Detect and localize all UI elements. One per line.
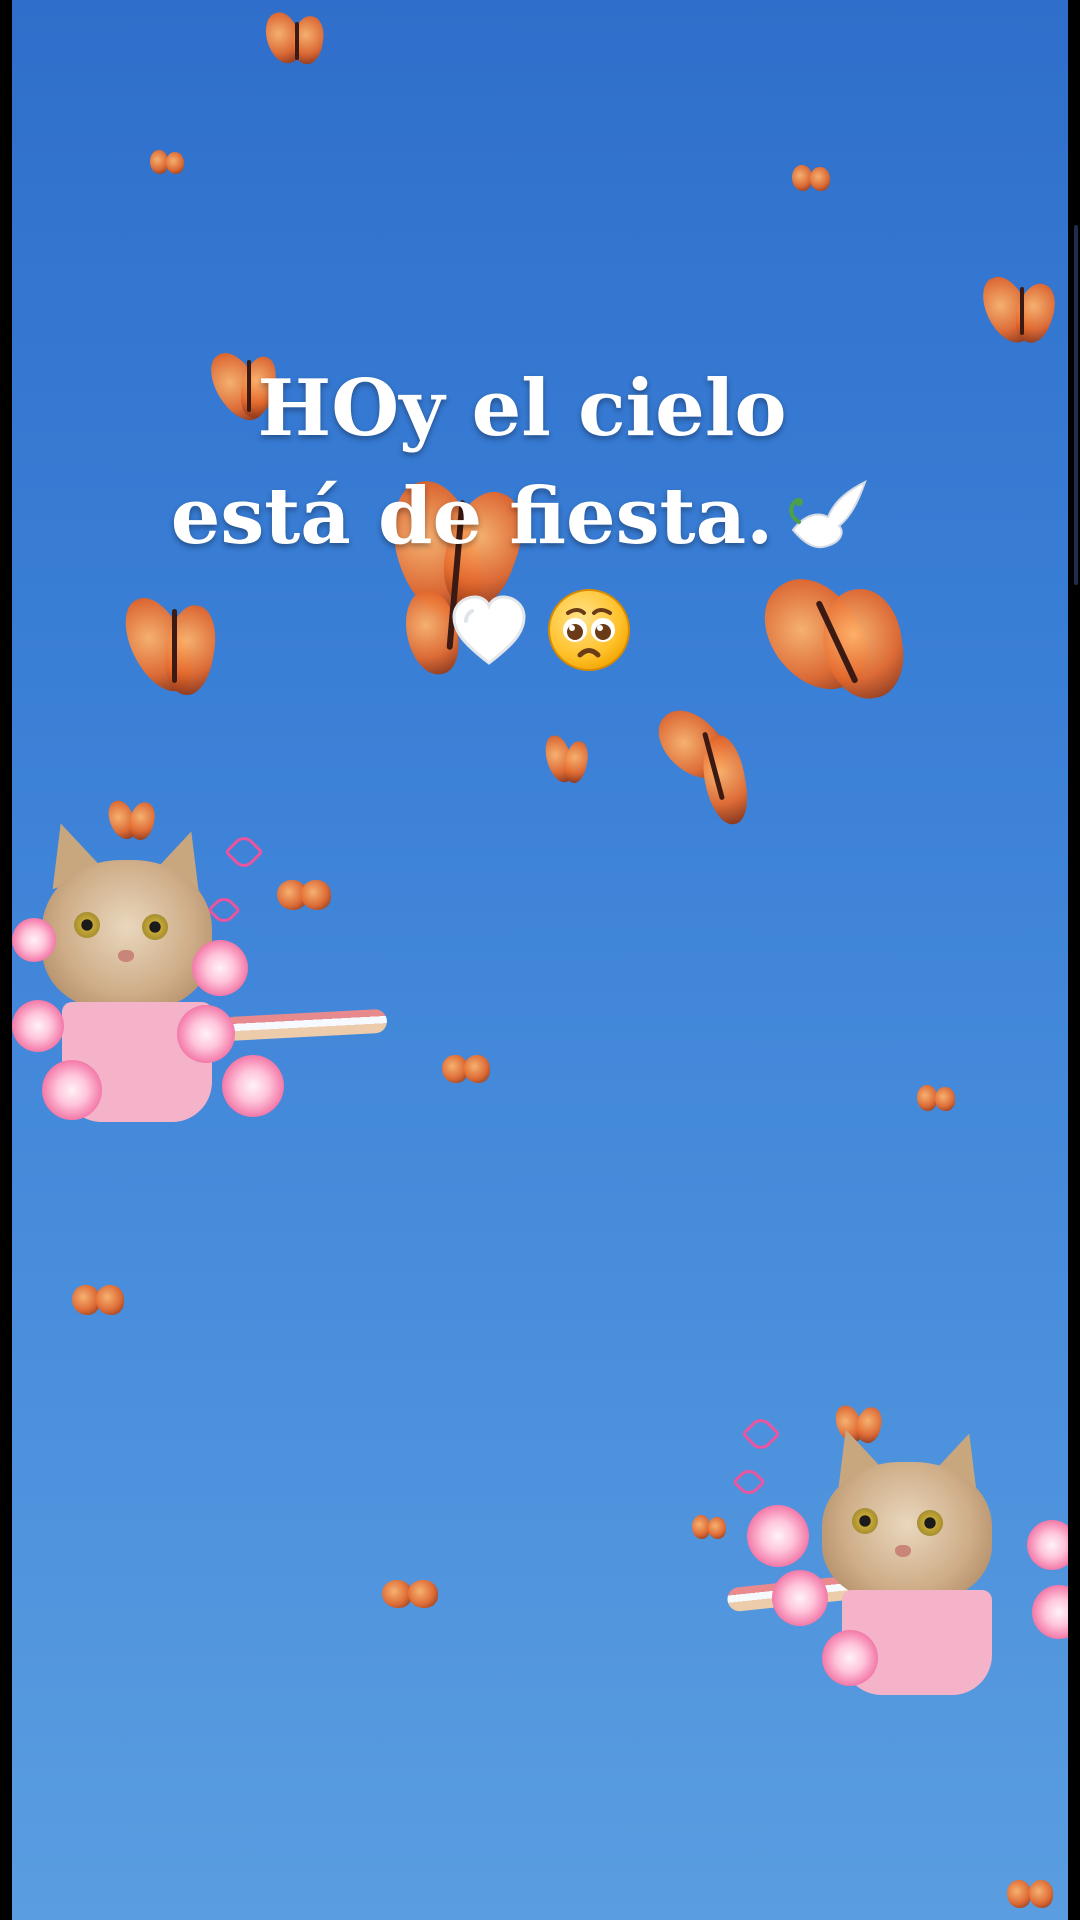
flower-icon — [192, 940, 248, 996]
cat-eye — [74, 912, 100, 938]
butterfly-icon — [692, 1515, 728, 1543]
heart-icon — [207, 893, 241, 927]
emoji-row — [444, 585, 634, 675]
cat-sticker-left — [12, 797, 397, 1135]
butterfly-icon — [917, 1085, 957, 1115]
flower-icon — [772, 1570, 828, 1626]
dove-icon — [783, 472, 873, 562]
butterfly-icon — [1007, 1880, 1055, 1910]
butterfly-icon — [260, 8, 327, 68]
story-message: HOy el cielo está de fiesta. — [162, 355, 882, 571]
butterfly-icon — [103, 797, 159, 844]
flower-icon — [42, 1060, 102, 1120]
flower-icon — [177, 1005, 235, 1063]
butterfly-icon — [792, 165, 832, 195]
cat-eye — [142, 914, 168, 940]
message-line-2-row: está de fiesta. — [171, 463, 874, 571]
butterfly-icon — [72, 1285, 128, 1317]
white-heart-icon — [444, 585, 534, 675]
flower-icon — [747, 1505, 809, 1567]
butterfly-icon — [974, 269, 1062, 351]
flower-icon — [1027, 1520, 1068, 1570]
scroll-indicator — [1074, 225, 1078, 585]
butterfly-icon — [745, 561, 912, 709]
butterfly-icon — [113, 588, 222, 705]
cat-nose — [895, 1545, 911, 1557]
sticker-stripes — [221, 1008, 388, 1042]
butterfly-icon — [442, 1055, 492, 1085]
heart-icon — [732, 1465, 766, 1499]
pleading-face-icon — [544, 585, 634, 675]
flower-icon — [12, 1000, 64, 1052]
heart-icon — [224, 832, 264, 872]
cat-eye — [852, 1508, 878, 1534]
cat-face — [822, 1462, 992, 1602]
flower-icon — [12, 918, 56, 962]
message-line-1: HOy el cielo — [257, 363, 787, 454]
flower-icon — [1032, 1585, 1068, 1639]
flower-icon — [822, 1630, 878, 1686]
cat-face — [42, 860, 212, 1010]
sky-background: HOy el cielo está de fiesta. — [12, 0, 1068, 1920]
cat-sticker-right — [726, 1400, 1068, 1700]
message-line-2: está de fiesta. — [170, 471, 774, 562]
cat-eye — [917, 1510, 943, 1536]
cat-nose — [118, 950, 134, 962]
butterfly-icon — [382, 1580, 442, 1610]
butterfly-icon — [646, 698, 757, 828]
flower-icon — [222, 1055, 284, 1117]
butterfly-icon — [541, 732, 592, 790]
story-screen: HOy el cielo está de fiesta. — [0, 0, 1080, 1920]
heart-icon — [741, 1414, 781, 1454]
butterfly-icon — [150, 150, 186, 178]
